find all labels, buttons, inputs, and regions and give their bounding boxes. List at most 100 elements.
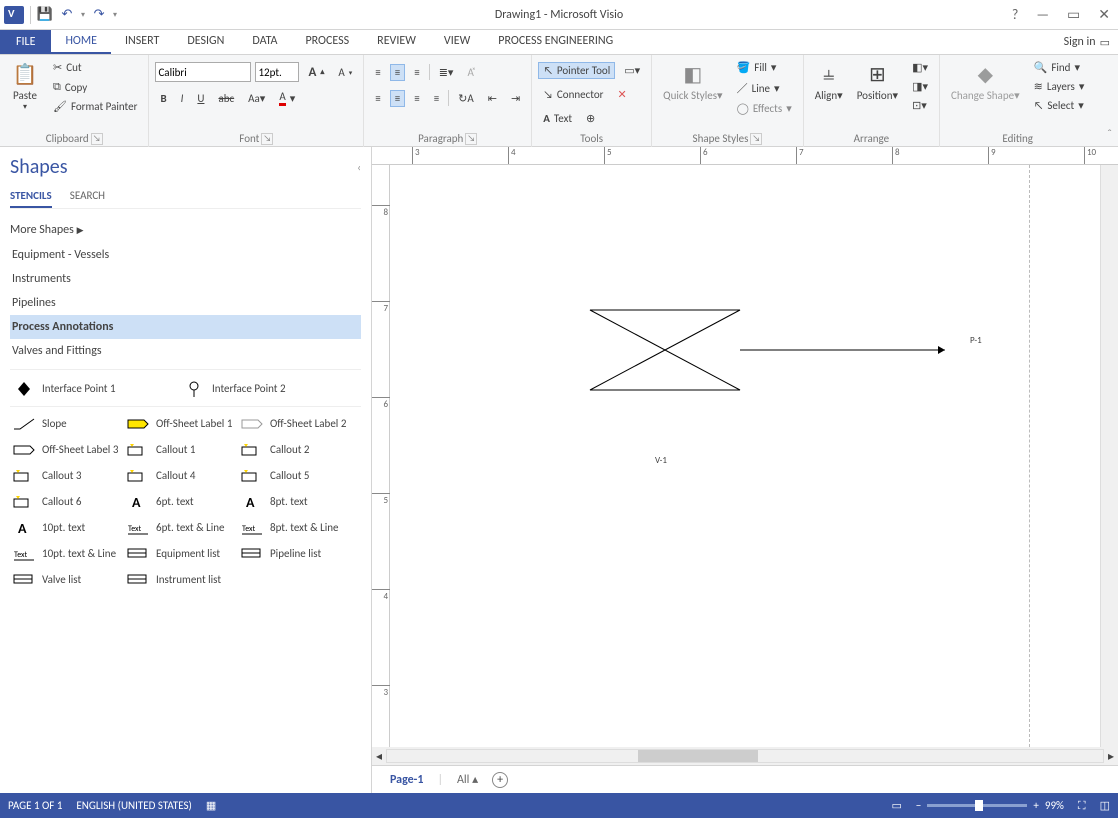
help-icon[interactable]: ?	[1008, 4, 1023, 25]
cut-button[interactable]: ✂Cut	[48, 59, 142, 76]
connector-tool-button[interactable]: ↘Connector	[538, 86, 608, 103]
shape-master[interactable]: Text10pt. text & Line	[10, 541, 124, 567]
align-right-button[interactable]: ≡	[409, 90, 424, 107]
quick-styles-button[interactable]: ◧ Quick Styles▾	[658, 57, 727, 132]
tab-view[interactable]: VIEW	[430, 30, 484, 54]
shape-master[interactable]: Pipeline list	[238, 541, 352, 567]
fit-page-icon[interactable]: ⛶	[1078, 799, 1086, 813]
sign-in-button[interactable]: Sign in▭	[1056, 30, 1118, 54]
shape-styles-dialog-launcher[interactable]: ↘	[750, 133, 762, 145]
justify-button[interactable]: ≡	[429, 90, 444, 107]
clear-format-button[interactable]: A͓	[462, 64, 478, 81]
tab-file[interactable]: FILE	[0, 30, 51, 54]
position-button[interactable]: ⊞Position▾	[852, 57, 903, 132]
shrink-font-button[interactable]: A▾	[333, 64, 357, 81]
shape-master[interactable]: Callout 5	[238, 463, 352, 489]
horizontal-scrollbar[interactable]: ◂ ▸	[372, 747, 1118, 765]
scroll-left-button[interactable]: ◂	[372, 749, 386, 764]
clipboard-dialog-launcher[interactable]: ↘	[91, 133, 103, 145]
undo-icon[interactable]: ↶	[59, 7, 75, 23]
save-icon[interactable]: 💾	[37, 7, 53, 23]
underline-button[interactable]: U	[192, 90, 209, 107]
shape-master[interactable]: Equipment list	[124, 541, 238, 567]
shape-master[interactable]: Callout 4	[124, 463, 238, 489]
shape-master[interactable]: Off-Sheet Label 2	[238, 411, 352, 437]
shape-master[interactable]: A10pt. text	[10, 515, 124, 541]
tab-review[interactable]: REVIEW	[363, 30, 430, 54]
redo-icon[interactable]: ↷	[91, 7, 107, 23]
text-tool-button[interactable]: A Text	[538, 110, 577, 127]
font-color-button[interactable]: A▾	[274, 88, 300, 108]
collapse-ribbon-button[interactable]: ˆ	[1107, 128, 1112, 142]
align-left-button[interactable]: ≡	[370, 90, 385, 107]
zoom-level[interactable]: 99%	[1045, 799, 1064, 812]
stencils-tab[interactable]: STENCILS	[10, 185, 52, 208]
tab-home[interactable]: HOME	[51, 30, 111, 54]
zoom-in-button[interactable]: +	[1033, 799, 1038, 812]
minimize-button[interactable]: —	[1032, 4, 1053, 25]
group-button[interactable]: ⊡▾	[907, 97, 933, 114]
stencil-valves-fittings[interactable]: Valves and Fittings	[10, 339, 361, 363]
switch-windows-icon[interactable]: ◫	[1100, 799, 1110, 812]
bold-button[interactable]: B	[155, 90, 171, 107]
decrease-indent-button[interactable]: ⇤	[483, 90, 502, 107]
font-name-input[interactable]	[155, 62, 251, 82]
shape-master[interactable]: Text8pt. text & Line	[238, 515, 352, 541]
macro-recorder-icon[interactable]: ▦	[206, 799, 216, 812]
bullets-button[interactable]: ≣▾	[434, 64, 459, 81]
align-middle-button[interactable]: ≡	[390, 64, 405, 81]
tab-data[interactable]: DATA	[238, 30, 291, 54]
shape-master[interactable]: Callout 2	[238, 437, 352, 463]
tab-insert[interactable]: INSERT	[111, 30, 173, 54]
paragraph-dialog-launcher[interactable]: ↘	[465, 133, 477, 145]
copy-button[interactable]: ⧉Copy	[48, 78, 142, 96]
shape-master[interactable]: Callout 1	[124, 437, 238, 463]
stencil-instruments[interactable]: Instruments	[10, 267, 361, 291]
shape-master[interactable]: Slope	[10, 411, 124, 437]
rotate-text-button[interactable]: ↻A	[453, 90, 479, 107]
line-button[interactable]: ／Line▾	[732, 78, 797, 98]
change-shape-button[interactable]: ◆Change Shape▾	[946, 57, 1025, 132]
collapse-shapes-button[interactable]: ‹	[357, 161, 361, 174]
maximize-button[interactable]: ▭	[1063, 4, 1084, 25]
increase-indent-button[interactable]: ⇥	[506, 90, 525, 107]
align-bottom-button[interactable]: ≡	[409, 64, 424, 81]
align-button[interactable]: ⫨Align▾	[810, 57, 848, 132]
close-button[interactable]: ✕	[1094, 4, 1114, 25]
shape-master[interactable]: Off-Sheet Label 1	[124, 411, 238, 437]
scroll-right-button[interactable]: ▸	[1104, 749, 1118, 764]
bring-front-button[interactable]: ◧▾	[907, 59, 933, 76]
send-back-button[interactable]: ◨▾	[907, 78, 933, 95]
zoom-out-button[interactable]: −	[916, 799, 921, 812]
rectangle-tool-button[interactable]: ▭▾	[619, 62, 645, 79]
format-painter-button[interactable]: 🖌Format Painter	[48, 98, 142, 115]
select-button[interactable]: ↖Select▾	[1029, 97, 1090, 114]
stencil-equipment-vessels[interactable]: Equipment - Vessels	[10, 243, 361, 267]
align-top-button[interactable]: ≡	[370, 64, 385, 81]
more-shapes-button[interactable]: More Shapes ▶	[10, 217, 361, 243]
shape-master[interactable]: Instrument list	[124, 567, 238, 593]
fill-button[interactable]: 🪣Fill▾	[732, 59, 797, 76]
tab-process[interactable]: PROCESS	[291, 30, 363, 54]
shape-master[interactable]: Interface Point 1	[10, 376, 180, 402]
shape-master[interactable]: A6pt. text	[124, 489, 238, 515]
grow-font-button[interactable]: A▴	[303, 63, 329, 82]
connection-point-button[interactable]: ⊕	[581, 110, 600, 127]
zoom-slider[interactable]	[927, 804, 1027, 807]
status-language[interactable]: ENGLISH (UNITED STATES)	[76, 799, 191, 812]
strikethrough-button[interactable]: abc	[213, 90, 239, 107]
stencil-pipelines[interactable]: Pipelines	[10, 291, 361, 315]
shape-master[interactable]: Text6pt. text & Line	[124, 515, 238, 541]
stencil-process-annotations[interactable]: Process Annotations	[10, 315, 361, 339]
valve-shape[interactable]	[590, 310, 740, 390]
page-1-tab[interactable]: Page-1	[390, 773, 423, 787]
font-dialog-launcher[interactable]: ↘	[261, 133, 273, 145]
font-size-input[interactable]	[255, 62, 299, 82]
all-pages-button[interactable]: All ▴	[457, 772, 478, 787]
presentation-mode-icon[interactable]: ▭	[892, 799, 902, 812]
vertical-scrollbar[interactable]	[1100, 165, 1118, 747]
tab-design[interactable]: DESIGN	[173, 30, 238, 54]
tab-process-engineering[interactable]: PROCESS ENGINEERING	[484, 30, 627, 54]
shape-master[interactable]: A8pt. text	[238, 489, 352, 515]
drawing-canvas[interactable]: V-1 P-1	[390, 165, 1100, 747]
